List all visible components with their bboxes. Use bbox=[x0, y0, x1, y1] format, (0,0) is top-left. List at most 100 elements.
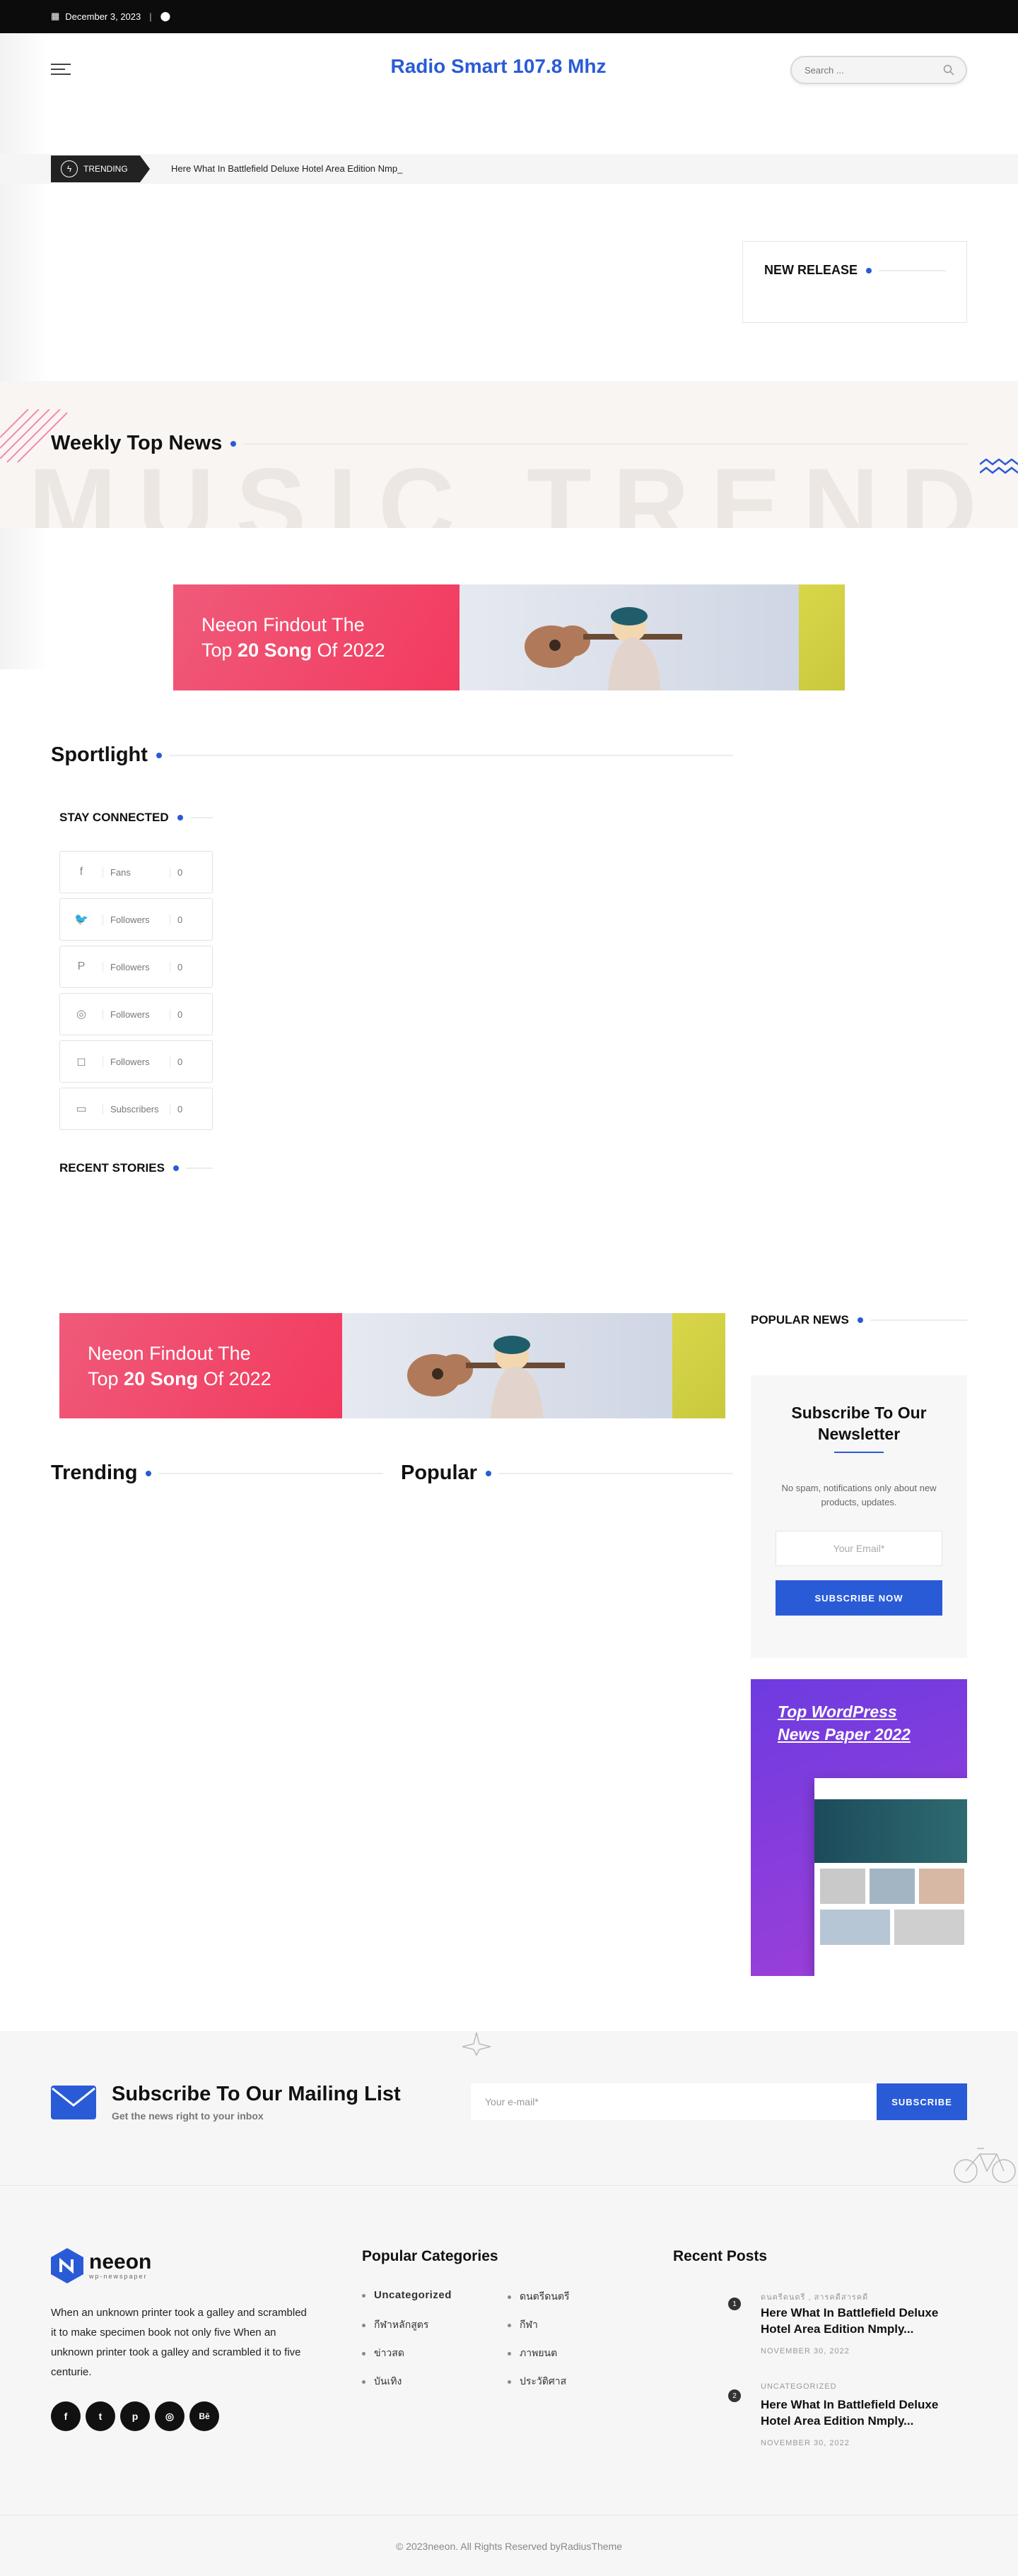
date-info: ▦ December 3, 2023 | ⬤ bbox=[51, 11, 170, 22]
mailing-subscribe-button[interactable]: SUBSCRIBE bbox=[877, 2083, 967, 2120]
post-number: 1 bbox=[728, 2298, 741, 2310]
social-label: Subscribers bbox=[103, 1103, 170, 1114]
guitar-photo bbox=[460, 584, 799, 690]
social-youtube[interactable]: ▭ Subscribers 0 bbox=[59, 1088, 213, 1130]
twitter-icon: 🐦 bbox=[74, 914, 88, 926]
social-twitter[interactable]: 🐦 Followers 0 bbox=[59, 898, 213, 941]
banner-line1: Neeon Findout The bbox=[88, 1342, 251, 1364]
instagram-icon: ◻ bbox=[76, 1056, 86, 1068]
sportlight-heading: Sportlight bbox=[51, 743, 733, 767]
title-dot bbox=[485, 1470, 491, 1476]
social-count: 0 bbox=[170, 866, 182, 878]
trending-headline[interactable]: Here What In Battlefield Deluxe Hotel Ar… bbox=[171, 163, 402, 174]
new-release-title: NEW RELEASE bbox=[764, 263, 858, 277]
guitar-photo bbox=[342, 1313, 672, 1418]
recent-posts-heading: Recent Posts bbox=[673, 2248, 768, 2264]
mailing-email-input[interactable]: Your e-mail* bbox=[471, 2083, 877, 2120]
post-title[interactable]: Here What In Battlefield Deluxe Hotel Ar… bbox=[761, 2396, 967, 2429]
title-dot bbox=[156, 752, 162, 758]
search-input[interactable] bbox=[792, 57, 919, 83]
social-label: Followers bbox=[103, 1056, 170, 1067]
search-icon[interactable] bbox=[943, 64, 954, 76]
envelope-icon bbox=[51, 2086, 96, 2119]
weekly-top-news-section: MUSIC TREND Weekly Top News bbox=[0, 381, 1018, 528]
facebook-icon: f bbox=[79, 866, 83, 878]
post-thumbnail[interactable] bbox=[673, 2377, 744, 2447]
categories-heading: Popular Categories bbox=[362, 2248, 498, 2264]
weekly-heading: Weekly Top News bbox=[51, 432, 967, 455]
website-preview-image bbox=[814, 1778, 967, 1976]
behance-icon[interactable]: Bē bbox=[189, 2401, 219, 2431]
social-pinterest[interactable]: P Followers 0 bbox=[59, 946, 213, 988]
trending-heading: Trending bbox=[51, 1462, 383, 1485]
post-date: NOVEMBER 30, 2022 bbox=[761, 2439, 850, 2447]
banner-line1: Neeon Findout The bbox=[201, 614, 365, 635]
wp-ad-title: Top WordPress News Paper 2022 bbox=[778, 1702, 911, 1743]
ad-banner-middle[interactable]: Neeon Findout The Top 20 Song Of 2022 bbox=[59, 1313, 725, 1418]
banner-yellow-strip bbox=[799, 584, 845, 690]
location-icon[interactable]: ⬤ bbox=[160, 11, 171, 22]
newsletter-title: Subscribe To Our Newsletter bbox=[791, 1404, 927, 1443]
new-release-heading: NEW RELEASE bbox=[764, 263, 947, 278]
post-thumbnail[interactable] bbox=[673, 2285, 744, 2356]
mailing-subtitle: Get the news right to your inbox bbox=[112, 2110, 264, 2122]
pinterest-icon[interactable]: p bbox=[120, 2401, 150, 2431]
bicycle-icon bbox=[954, 2148, 1016, 2183]
calendar-icon: ▦ bbox=[51, 11, 60, 21]
post-category[interactable]: UNCATEGORIZED bbox=[761, 2382, 837, 2391]
ad-banner-top[interactable]: Neeon Findout The Top 20 Song Of 2022 bbox=[173, 584, 845, 690]
title-dot bbox=[146, 1470, 152, 1476]
wordpress-ad[interactable]: Top WordPress News Paper 2022 bbox=[751, 1679, 967, 1976]
category-link[interactable]: บันเทิง bbox=[362, 2374, 402, 2389]
category-link[interactable]: กีฬาหลักสูตร bbox=[362, 2317, 428, 2333]
newsletter-email-input[interactable]: Your Email* bbox=[776, 1531, 942, 1566]
category-link[interactable]: Uncategorized bbox=[362, 2289, 452, 2301]
title-dot bbox=[230, 440, 237, 447]
copyright: © 2023neeon. All Rights Reserved byRadiu… bbox=[395, 2541, 623, 2552]
guitar-illustration bbox=[525, 607, 682, 690]
search-box[interactable] bbox=[790, 56, 967, 84]
title-line bbox=[168, 754, 733, 756]
newsletter-desc: No spam, notifications only about new pr… bbox=[781, 1483, 937, 1507]
banner-yellow-strip bbox=[672, 1313, 725, 1418]
sparkle-icon bbox=[462, 2032, 491, 2057]
subscribe-now-button[interactable]: SUBSCRIBE NOW bbox=[776, 1580, 942, 1616]
neeon-logo-icon bbox=[51, 2248, 83, 2283]
title-line bbox=[243, 442, 967, 445]
title-dot bbox=[866, 267, 872, 274]
instagram-icon[interactable]: ◎ bbox=[155, 2401, 185, 2431]
recent-stories-title: RECENT STORIES bbox=[59, 1161, 165, 1175]
social-count: 0 bbox=[170, 1103, 182, 1114]
footer-logo[interactable]: neeon wp-newspaper bbox=[51, 2248, 151, 2283]
lightning-icon: ϟ bbox=[61, 160, 78, 177]
post-date: NOVEMBER 30, 2022 bbox=[761, 2347, 850, 2356]
left-decoration bbox=[0, 33, 49, 669]
category-link[interactable]: ภาพยนต bbox=[508, 2346, 557, 2361]
post-category[interactable]: ดนตรีดนตรี , สารคดีสารคดี bbox=[761, 2290, 868, 2303]
category-link[interactable]: กีฬา bbox=[508, 2317, 538, 2333]
banner-text: Neeon Findout The Top 20 Song Of 2022 bbox=[173, 584, 460, 690]
trending-bar bbox=[0, 154, 1018, 184]
title-line bbox=[870, 1319, 967, 1321]
title-line bbox=[185, 1168, 213, 1169]
category-link[interactable]: ดนตรีดนตรี bbox=[508, 2289, 570, 2305]
popular-news-heading: POPULAR NEWS bbox=[751, 1313, 967, 1327]
facebook-icon[interactable]: f bbox=[51, 2401, 81, 2431]
banner-line2: Top 20 Song Of 2022 bbox=[88, 1368, 271, 1389]
title-dot bbox=[857, 1317, 863, 1323]
footer-about: When an unknown printer took a galley an… bbox=[51, 2307, 307, 2378]
youtube-icon: ▭ bbox=[76, 1103, 87, 1115]
social-dribbble[interactable]: ◎ Followers 0 bbox=[59, 993, 213, 1035]
social-label: Followers bbox=[103, 1008, 170, 1020]
stay-connected-title: STAY CONNECTED bbox=[59, 811, 169, 824]
new-release-widget: NEW RELEASE bbox=[742, 241, 967, 323]
pinterest-icon: P bbox=[77, 960, 86, 972]
social-instagram[interactable]: ◻ Followers 0 bbox=[59, 1040, 213, 1083]
footer: neeon wp-newspaper When an unknown printe… bbox=[0, 2185, 1018, 2576]
post-title[interactable]: Here What In Battlefield Deluxe Hotel Ar… bbox=[761, 2305, 967, 2337]
twitter-icon[interactable]: t bbox=[86, 2401, 115, 2431]
social-label: Fans bbox=[103, 866, 170, 878]
social-facebook[interactable]: f Fans 0 bbox=[59, 851, 213, 893]
category-link[interactable]: ข่าวสด bbox=[362, 2346, 404, 2361]
category-link[interactable]: ประวัติศาส bbox=[508, 2374, 566, 2389]
